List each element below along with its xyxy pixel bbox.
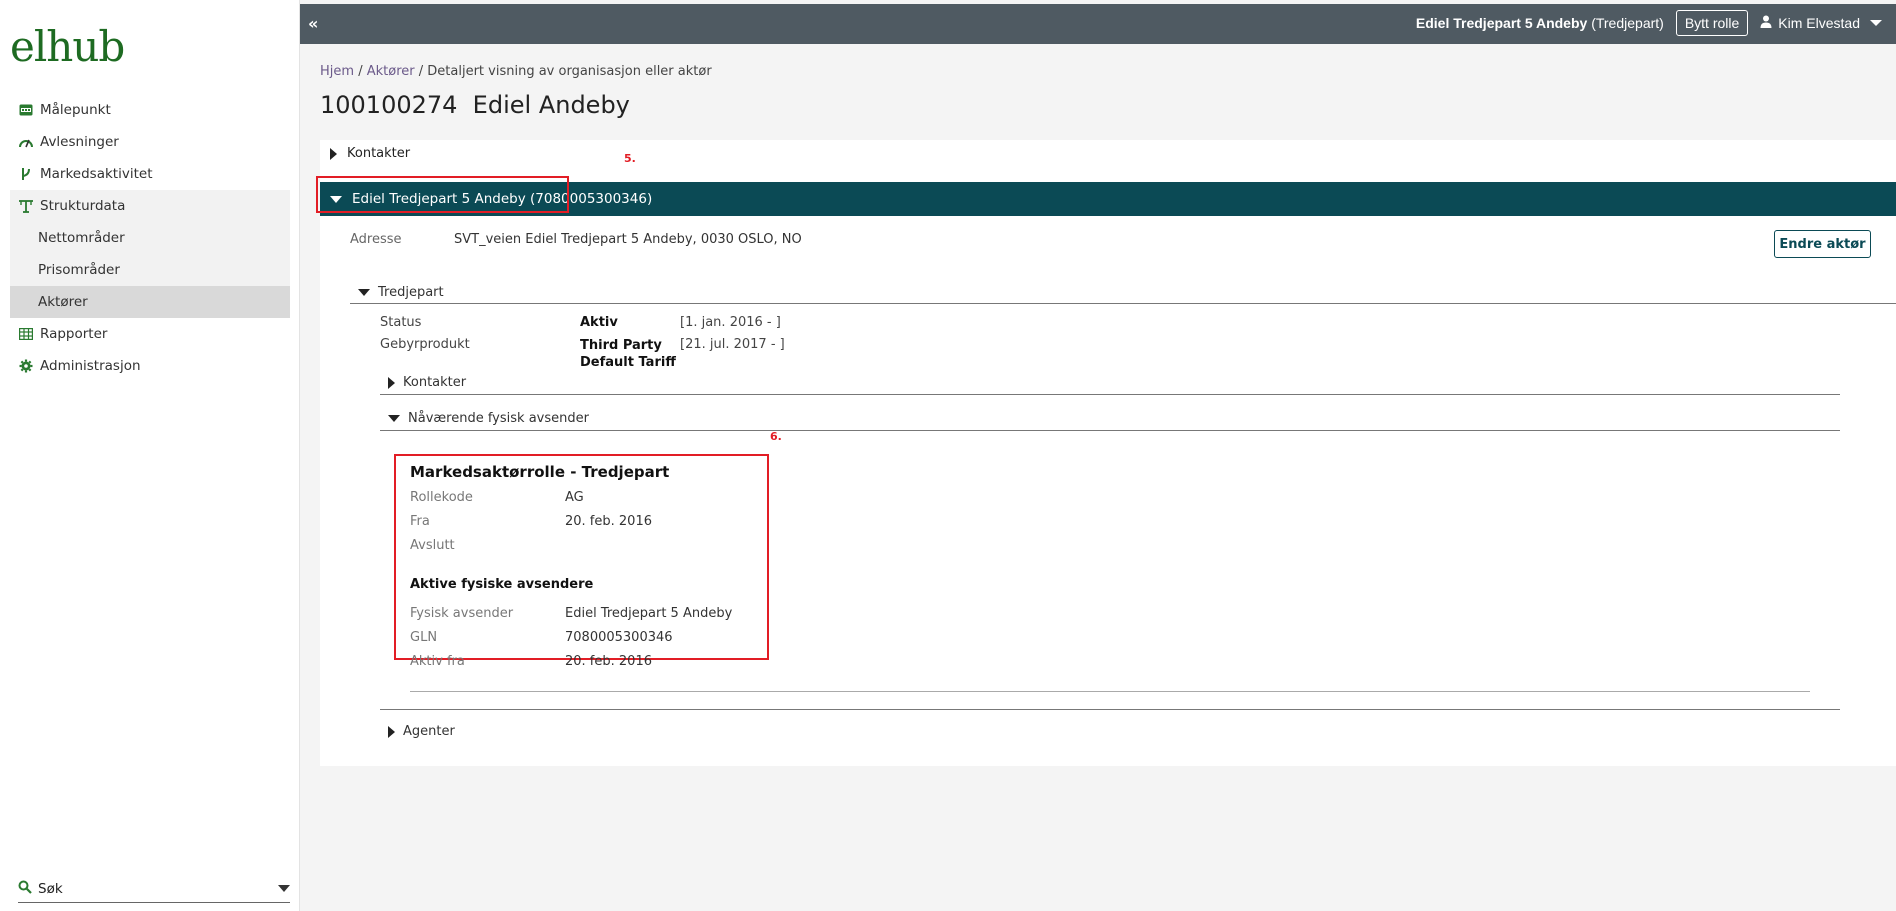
sender-value: Ediel Tredjepart 5 Andeby: [565, 606, 733, 621]
sidebar-item-rapporter[interactable]: Rapporter: [10, 318, 290, 350]
topbar: « Ediel Tredjepart 5 Andeby (Tredjepart)…: [300, 4, 1896, 44]
fee-product-value-line2: Default Tariff: [580, 355, 676, 370]
caret-right-icon: [388, 725, 395, 738]
active-from-value: 20. feb. 2016: [565, 654, 652, 669]
address-value: SVT_veien Ediel Tredjepart 5 Andeby, 003…: [454, 232, 802, 247]
fee-product-date: [21. jul. 2017 - ]: [680, 337, 785, 352]
from-label: Fra: [410, 514, 430, 529]
sidebar-item-label: Avlesninger: [40, 134, 119, 150]
role-code-value: AG: [565, 490, 584, 505]
role-code-label: Rollekode: [410, 490, 473, 505]
meter-icon: [18, 102, 34, 118]
divider: [380, 430, 1840, 431]
sidebar-item-malepunkt[interactable]: Målepunkt: [10, 94, 290, 126]
breadcrumb-separator: /: [358, 64, 363, 79]
caret-right-icon: [388, 376, 395, 389]
chevron-down-icon: [278, 885, 290, 892]
main-content: Hjem / Aktører / Detaljert visning av or…: [300, 44, 1896, 911]
table-icon: [18, 326, 34, 342]
sidebar-item-administrasjon[interactable]: Administrasjon: [10, 350, 290, 382]
sidebar: elhub Målepunkt Avlesninger Markedsaktiv…: [0, 0, 300, 911]
agenter-label: Agenter: [403, 724, 455, 739]
breadcrumb-current: Detaljert visning av organisasjon eller …: [427, 64, 712, 79]
current-actor-role: (Tredjepart): [1591, 15, 1664, 31]
search-icon: [18, 880, 32, 898]
status-label: Status: [380, 315, 422, 330]
sidebar-item-prisomrader[interactable]: Prisområder: [10, 254, 290, 286]
page-title: 100100274 Ediel Andeby: [320, 91, 630, 119]
sender-label: Fysisk avsender: [410, 606, 514, 621]
sidebar-nav: Målepunkt Avlesninger Markedsaktivitet S…: [10, 94, 290, 382]
sidebar-item-aktorer[interactable]: Aktører: [10, 286, 290, 318]
search-dropdown[interactable]: Søk: [18, 875, 290, 903]
card-title: Markedsaktørrolle - Tredjepart: [410, 463, 670, 481]
breadcrumb-separator: /: [418, 64, 424, 79]
user-menu[interactable]: Kim Elvestad: [1760, 15, 1882, 31]
status-value: Aktiv: [580, 315, 618, 330]
highlight-marker-5: 5.: [624, 152, 636, 165]
tredjepart-label: Tredjepart: [378, 285, 444, 300]
sidebar-item-nettomrader[interactable]: Nettområder: [10, 222, 290, 254]
sidebar-item-label: Strukturdata: [40, 198, 126, 214]
divider: [380, 394, 1840, 395]
breadcrumb-home[interactable]: Hjem: [320, 64, 354, 79]
switch-role-button[interactable]: Bytt rolle: [1675, 10, 1749, 36]
branch-icon: [18, 166, 34, 182]
caret-down-icon: [388, 415, 400, 422]
gear-icon: [18, 358, 34, 374]
sidebar-item-label: Rapporter: [40, 326, 108, 342]
sidebar-item-label: Markedsaktivitet: [40, 166, 153, 182]
divider: [380, 709, 1840, 710]
sub-kontakter-label: Kontakter: [403, 375, 467, 390]
tredjepart-toggle[interactable]: Tredjepart: [358, 285, 444, 300]
from-value: 20. feb. 2016: [565, 514, 652, 529]
current-sender-label: Nåværende fysisk avsender: [408, 411, 589, 426]
current-actor: Ediel Tredjepart 5 Andeby (Tredjepart): [1416, 15, 1664, 31]
breadcrumb: Hjem / Aktører / Detaljert visning av or…: [320, 64, 712, 79]
current-actor-name: Ediel Tredjepart 5 Andeby: [1415, 15, 1588, 31]
gauge-icon: [18, 134, 34, 150]
current-sender-toggle[interactable]: Nåværende fysisk avsender: [388, 411, 589, 426]
highlight-box-5: [316, 176, 569, 213]
sidebar-item-strukturdata[interactable]: Strukturdata: [10, 190, 290, 222]
structure-icon: [18, 198, 34, 214]
collapse-sidebar-button[interactable]: «: [308, 14, 318, 33]
fee-product-value: Third Party Default Tariff: [580, 337, 676, 371]
highlight-marker-6: 6.: [770, 430, 782, 443]
caret-down-icon: [358, 289, 370, 296]
active-from-label: Aktiv fra: [410, 654, 465, 669]
sidebar-item-label: Prisområder: [38, 262, 120, 278]
search-label: Søk: [38, 880, 63, 897]
user-name: Kim Elvestad: [1778, 15, 1860, 31]
gln-value: 7080005300346: [565, 630, 673, 645]
fee-product-label: Gebyrprodukt: [380, 337, 470, 352]
divider: [350, 303, 1896, 304]
sidebar-item-label: Administrasjon: [40, 358, 141, 374]
edit-actor-button[interactable]: Endre aktør: [1774, 230, 1871, 258]
status-date: [1. jan. 2016 - ]: [680, 315, 781, 330]
elhub-logo[interactable]: elhub: [10, 22, 125, 71]
address-label: Adresse: [350, 232, 402, 247]
end-label: Avslutt: [410, 538, 455, 553]
fee-product-value-line1: Third Party: [580, 338, 662, 353]
breadcrumb-actors[interactable]: Aktører: [367, 64, 415, 79]
chevron-down-icon: [1870, 20, 1882, 26]
gln-label: GLN: [410, 630, 438, 645]
kontakter-toggle[interactable]: Kontakter: [330, 146, 410, 161]
divider: [410, 691, 1810, 692]
agenter-toggle[interactable]: Agenter: [388, 724, 455, 739]
sidebar-item-label: Nettområder: [38, 230, 125, 246]
sidebar-item-avlesninger[interactable]: Avlesninger: [10, 126, 290, 158]
actor-panel: Kontakter Ediel Tredjepart 5 Andeby (708…: [316, 140, 1896, 766]
user-icon: [1760, 15, 1772, 31]
sidebar-item-markedsaktivitet[interactable]: Markedsaktivitet: [10, 158, 290, 190]
kontakter-label: Kontakter: [347, 146, 411, 161]
sidebar-item-label: Målepunkt: [40, 102, 111, 118]
sidebar-item-label: Aktører: [38, 294, 88, 310]
sub-kontakter-toggle[interactable]: Kontakter: [388, 375, 466, 390]
active-senders-heading: Aktive fysiske avsendere: [410, 577, 594, 592]
caret-right-icon: [330, 147, 337, 160]
